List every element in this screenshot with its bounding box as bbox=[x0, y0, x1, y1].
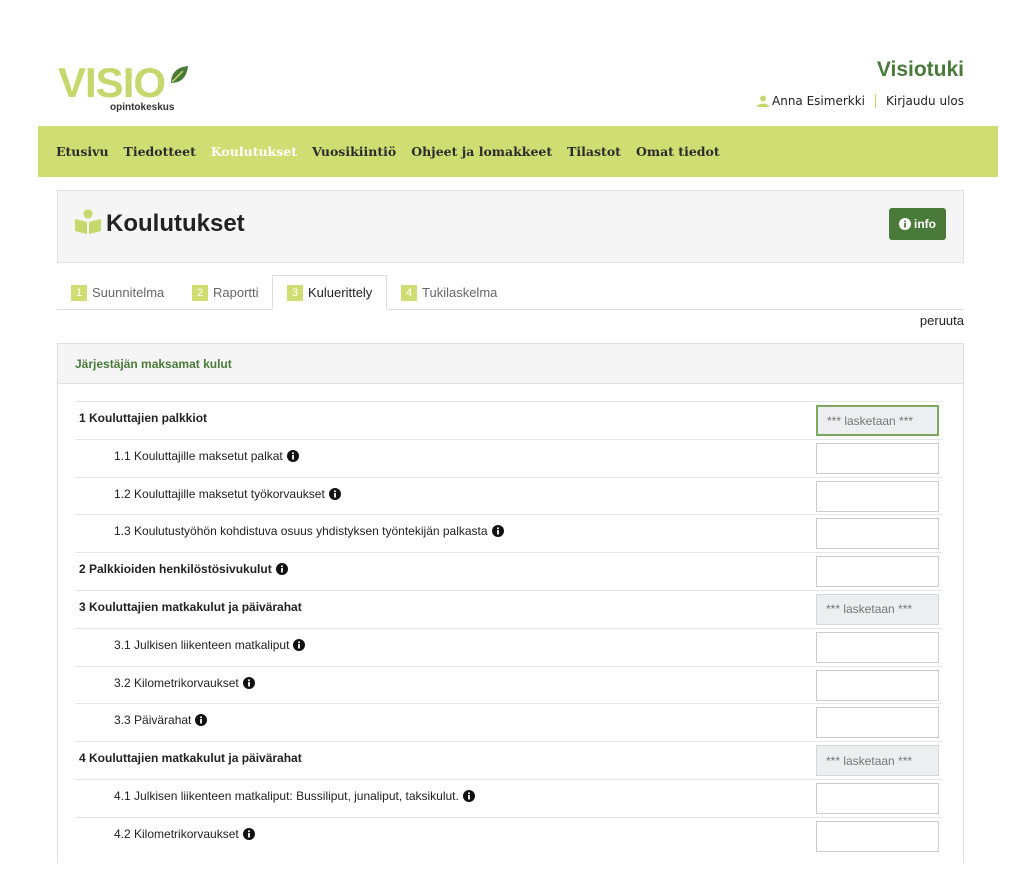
step-tabs: 1 Suunnitelma 2 Raportti 3 Kuluerittely … bbox=[57, 275, 964, 310]
info-icon[interactable] bbox=[293, 638, 306, 651]
nav-item-koulutukset[interactable]: Koulutukset bbox=[211, 144, 297, 159]
info-icon[interactable] bbox=[462, 789, 475, 802]
cost-row-label: 1.3 Koulutustyöhön kohdistuva osuus yhdi… bbox=[114, 524, 504, 538]
cost-row: 3.1 Julkisen liikenteen matkaliput bbox=[75, 627, 943, 666]
cost-row-label: 3.1 Julkisen liikenteen matkaliput bbox=[114, 637, 306, 652]
tab-number-badge: 3 bbox=[287, 284, 303, 301]
site-title: Visiotuki bbox=[876, 58, 964, 81]
cost-row: 1 Kouluttajien palkkiot bbox=[75, 401, 943, 439]
cost-row-label: 1 Kouluttajien palkkiot bbox=[79, 411, 207, 425]
cost-row-text: 1.2 Kouluttajille maksetut työkorvaukset bbox=[114, 486, 325, 501]
amount-input[interactable] bbox=[816, 631, 939, 663]
user-icon bbox=[757, 95, 769, 107]
cost-row-label: 3 Kouluttajien matkakulut ja päivärahat bbox=[79, 600, 302, 614]
info-icon[interactable] bbox=[328, 487, 341, 500]
cost-row-text: 1 Kouluttajien palkkiot bbox=[79, 411, 208, 425]
amount-input[interactable] bbox=[816, 820, 939, 852]
cost-row-text: 1.1 Kouluttajille maksetut palkat bbox=[114, 448, 283, 463]
cost-row: 1.2 Kouluttajille maksetut työkorvaukset bbox=[75, 476, 943, 515]
leaf-icon bbox=[171, 66, 188, 83]
amount-input[interactable] bbox=[816, 480, 939, 512]
cost-rows: 1 Kouluttajien palkkiot 1.1 Kouluttajille… bbox=[75, 401, 943, 855]
cost-row-label: 4.1 Julkisen liikenteen matkaliput: Buss… bbox=[114, 789, 475, 803]
calculated-amount-field[interactable] bbox=[816, 745, 939, 777]
tab-label: Raportti bbox=[213, 285, 259, 300]
cost-row-label: 4.2 Kilometrikorvaukset bbox=[114, 827, 255, 841]
cancel-link[interactable]: peruuta bbox=[920, 313, 964, 328]
tab-raportti[interactable]: 2 Raportti bbox=[178, 275, 273, 310]
visio-logo[interactable]: VISIO opintokeskus bbox=[58, 62, 188, 114]
logo-wordmark: VISIO bbox=[58, 59, 166, 106]
cost-panel-header: Järjestäjän maksamat kulut bbox=[58, 344, 963, 384]
cost-row: 1.1 Kouluttajille maksetut palkat bbox=[75, 438, 943, 477]
logo-subtext: opintokeskus bbox=[110, 102, 175, 113]
page-title-panel: Koulutukset info bbox=[57, 190, 964, 263]
book-reader-icon bbox=[75, 209, 101, 234]
tab-tukilaskelma[interactable]: 4 Tukilaskelma bbox=[387, 275, 511, 310]
cost-row-label: 3.2 Kilometrikorvaukset bbox=[114, 676, 255, 690]
cost-row-label: 3.3 Päivärahat bbox=[114, 713, 208, 728]
cost-row: 4 Kouluttajien matkakulut ja päivärahat bbox=[75, 741, 943, 779]
amount-input[interactable] bbox=[816, 782, 939, 814]
cost-row: 3.2 Kilometrikorvaukset bbox=[75, 665, 943, 704]
tab-kuluerittely[interactable]: 3 Kuluerittely bbox=[272, 275, 388, 310]
cost-row-label: 1.2 Kouluttajille maksetut työkorvaukset bbox=[114, 487, 341, 501]
cost-panel: Järjestäjän maksamat kulut 1 Kouluttajie… bbox=[57, 343, 964, 863]
info-icon[interactable] bbox=[275, 563, 288, 576]
cost-row-text: 3 Kouluttajien matkakulut ja päivärahat bbox=[79, 599, 302, 614]
amount-input[interactable] bbox=[816, 556, 939, 588]
cost-row-text: 1.3 Koulutustyöhön kohdistuva osuus yhdi… bbox=[114, 524, 488, 539]
info-button-label: info bbox=[914, 217, 936, 231]
cost-row-text: 4 Kouluttajien matkakulut ja päivärahat bbox=[79, 751, 302, 766]
page-title: Koulutukset bbox=[106, 210, 245, 237]
cost-row: 4.2 Kilometrikorvaukset bbox=[75, 816, 943, 855]
nav-item-ohjeet-ja-lomakkeet[interactable]: Ohjeet ja lomakkeet bbox=[411, 144, 552, 159]
tab-suunnitelma[interactable]: 1 Suunnitelma bbox=[57, 275, 178, 310]
nav-item-omat-tiedot[interactable]: Omat tiedot bbox=[636, 144, 720, 159]
info-icon[interactable] bbox=[286, 449, 299, 462]
tab-label: Suunnitelma bbox=[92, 285, 165, 300]
user-bar: Anna Esimerkki Kirjaudu ulos bbox=[757, 94, 964, 108]
cost-row: 3 Kouluttajien matkakulut ja päivärahat bbox=[75, 589, 943, 628]
cost-row-text: 3.2 Kilometrikorvaukset bbox=[114, 675, 239, 690]
tab-label: Tukilaskelma bbox=[422, 285, 498, 300]
cost-row-label: 2 Palkkioiden henkilöstösivukulut bbox=[79, 562, 288, 576]
cost-row-text: 4.1 Julkisen liikenteen matkaliput: Buss… bbox=[114, 788, 459, 803]
tab-number-badge: 4 bbox=[401, 284, 417, 301]
amount-input[interactable] bbox=[816, 707, 939, 739]
nav-item-etusivu[interactable]: Etusivu bbox=[56, 144, 109, 159]
info-icon bbox=[899, 218, 911, 230]
cost-row-label: 4 Kouluttajien matkakulut ja päivärahat bbox=[79, 751, 302, 765]
amount-input[interactable] bbox=[816, 442, 939, 474]
user-name-link[interactable]: Anna Esimerkki bbox=[772, 94, 865, 108]
info-button[interactable]: info bbox=[889, 208, 946, 240]
info-icon[interactable] bbox=[491, 525, 504, 538]
tab-number-badge: 1 bbox=[71, 284, 87, 301]
cost-row-text: 3.3 Päivärahat bbox=[114, 713, 192, 728]
amount-input[interactable] bbox=[816, 518, 939, 550]
info-icon[interactable] bbox=[242, 676, 255, 689]
info-icon[interactable] bbox=[195, 714, 208, 727]
calculated-amount-field[interactable] bbox=[816, 405, 939, 436]
cost-row: 4.1 Julkisen liikenteen matkaliput: Buss… bbox=[75, 778, 943, 817]
cost-row: 2 Palkkioiden henkilöstösivukulut bbox=[75, 552, 943, 590]
info-icon[interactable] bbox=[242, 827, 255, 840]
nav-item-tilastot[interactable]: Tilastot bbox=[567, 144, 621, 159]
cost-row: 1.3 Koulutustyöhön kohdistuva osuus yhdi… bbox=[75, 514, 943, 552]
user-bar-divider bbox=[875, 94, 876, 108]
amount-input[interactable] bbox=[816, 669, 939, 701]
tab-label: Kuluerittely bbox=[308, 285, 373, 300]
cost-row-label: 1.1 Kouluttajille maksetut palkat bbox=[114, 449, 299, 463]
nav-item-tiedotteet[interactable]: Tiedotteet bbox=[124, 144, 196, 159]
calculated-amount-field[interactable] bbox=[816, 593, 939, 625]
cost-row-text: 4.2 Kilometrikorvaukset bbox=[114, 826, 239, 841]
nav-item-vuosikiintio[interactable]: Vuosikiintiö bbox=[312, 144, 396, 159]
tab-number-badge: 2 bbox=[192, 284, 208, 301]
cost-row: 3.3 Päivärahat bbox=[75, 703, 943, 741]
cost-row-text: 3.1 Julkisen liikenteen matkaliput bbox=[114, 637, 290, 652]
main-nav: Etusivu Tiedotteet Koulutukset Vuosikiin… bbox=[38, 126, 998, 177]
cost-row-text: 2 Palkkioiden henkilöstösivukulut bbox=[79, 562, 272, 577]
logout-link[interactable]: Kirjaudu ulos bbox=[886, 94, 964, 108]
